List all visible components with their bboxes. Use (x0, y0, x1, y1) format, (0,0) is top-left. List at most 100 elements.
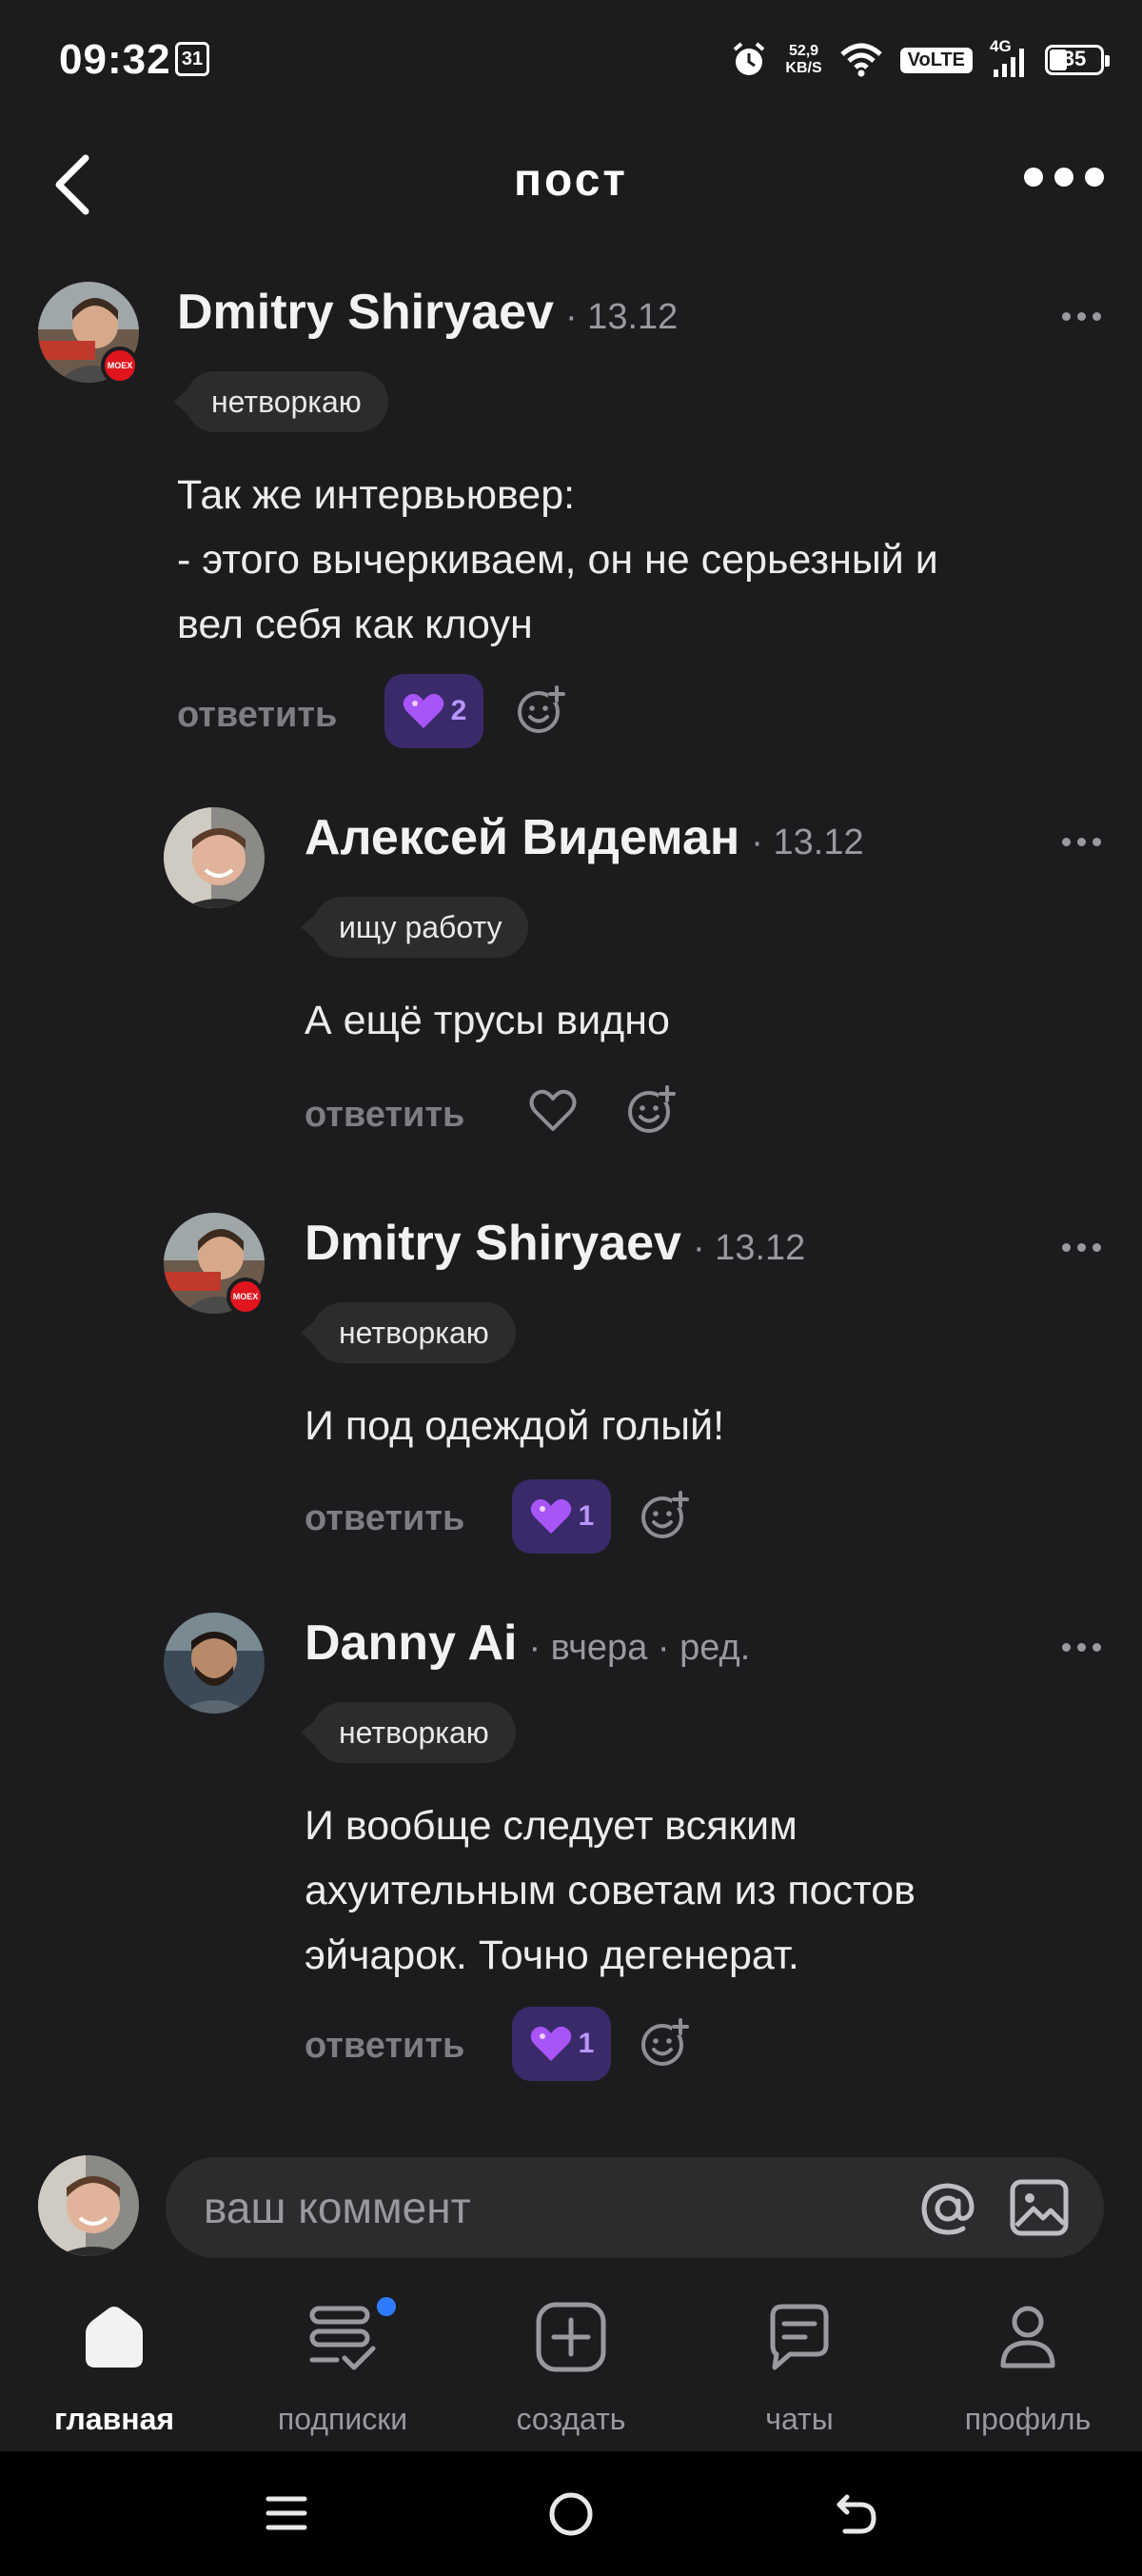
status-badge: нетворкаю (173, 371, 388, 432)
comment-more-button[interactable] (1062, 1243, 1101, 1252)
comment-placeholder: ваш коммент (204, 2183, 471, 2232)
nav-create-label: создать (516, 2402, 626, 2436)
comment-date: · вчера · ред. (528, 1628, 751, 1668)
comment-text-line: ахуительным советам из постов (305, 1868, 916, 1913)
comment-text-line: эйчарок. Точно дегенерат. (305, 1932, 799, 1978)
reaction-button[interactable]: 1 (512, 2007, 611, 2081)
bottom-navigation: главная подписки создать чаты профиль (0, 2280, 1142, 2451)
nav-chats-label: чаты (765, 2402, 834, 2436)
comment-more-button[interactable] (1062, 1643, 1101, 1652)
nav-subscriptions[interactable]: подписки (228, 2299, 457, 2436)
add-reaction-icon[interactable] (638, 1489, 691, 1542)
status-badge: нетворкаю (301, 1702, 516, 1763)
comment-text-line: А ещё трусы видно (305, 998, 670, 1043)
comment-text-line: И под одеждой голый! (305, 1403, 725, 1449)
author-name[interactable]: Danny Ai (305, 1615, 517, 1671)
more-options-button[interactable] (1024, 168, 1104, 187)
reaction-count: 1 (578, 2028, 595, 2059)
network-speed-value: 52,9 (788, 43, 819, 59)
author-name[interactable]: Dmitry Shiryaev (305, 1216, 681, 1271)
alarm-icon (734, 42, 765, 75)
heart-icon[interactable] (527, 1087, 579, 1135)
nav-chats[interactable]: чаты (685, 2299, 914, 2436)
moex-badge-icon: MOEX (226, 1278, 265, 1316)
top-bar: пост (0, 133, 1142, 238)
comment-more-button[interactable] (1062, 312, 1101, 321)
author-name[interactable]: Алексей Видеман (305, 810, 739, 865)
comment-author[interactable]: Алексей Видеман · 13.12 (305, 809, 864, 866)
purple-heart-icon (530, 1498, 571, 1534)
comment-text-line: И вообще следует всяким (305, 1803, 797, 1849)
comment-text: И под одеждой голый! (305, 1394, 1066, 1458)
nav-profile[interactable]: профиль (914, 2299, 1142, 2436)
comment-input[interactable]: ваш коммент (166, 2157, 1104, 2258)
status-badge: ищу работу (300, 897, 529, 958)
comment: Алексей Видеман · 13.12 ищу работу А ещё … (0, 802, 1142, 1163)
reaction-count: 1 (578, 1500, 595, 1532)
subscriptions-icon (309, 2306, 376, 2370)
home-circle-icon[interactable] (546, 2489, 596, 2539)
avatar[interactable] (164, 1613, 265, 1714)
moex-badge-icon: MOEX (101, 347, 139, 385)
mention-icon[interactable] (919, 2180, 976, 2237)
nav-profile-label: профиль (964, 2402, 1092, 2436)
add-reaction-icon[interactable] (514, 684, 567, 737)
comment: Danny Ai · вчера · ред. нетворкаю И вообщ… (0, 1607, 1142, 2102)
add-reaction-icon[interactable] (624, 1083, 678, 1137)
comment-text: Так же интервьювер: - этого вычеркиваем,… (177, 463, 1053, 657)
status-badge: нетворкаю (301, 1302, 516, 1363)
comment-date: · 13.12 (564, 297, 679, 337)
network-speed-unit: KB/S (785, 60, 822, 76)
comment-author[interactable]: Dmitry Shiryaev · 13.12 (177, 284, 678, 341)
avatar[interactable] (164, 807, 265, 908)
comment-date: · 13.12 (692, 1228, 806, 1268)
comment-text: А ещё трусы видно (305, 988, 1066, 1053)
reaction-button[interactable]: 2 (384, 674, 483, 748)
comment: MOEX Dmitry Shiryaev · 13.12 нетворкаю И … (0, 1207, 1142, 1569)
comment-text-line: - этого вычеркиваем, он не серьезный и (177, 537, 938, 583)
reply-button[interactable]: ответить (177, 695, 337, 736)
wifi-icon (839, 43, 882, 77)
back-arrow-icon[interactable] (832, 2489, 881, 2539)
chat-icon (770, 2304, 829, 2370)
purple-heart-icon (403, 693, 443, 728)
comment-text-line: вел себя как клоун (177, 602, 533, 647)
system-navigation-bar (0, 2451, 1142, 2576)
reply-button[interactable]: ответить (305, 2026, 464, 2067)
reaction-button[interactable]: 1 (512, 1479, 611, 1554)
nav-subscriptions-label: подписки (277, 2402, 408, 2436)
profile-icon (1000, 2306, 1055, 2368)
volte-badge: VoLTE (899, 47, 973, 73)
status-time: 09:32 (59, 36, 171, 83)
comment-text: И вообще следует всяким ахуительным сове… (305, 1793, 1066, 1988)
nav-home-label: главная (53, 2402, 175, 2436)
status-bar: 09:32 31 52,9 KB/S VoLTE 4G 35 (0, 0, 1142, 124)
purple-heart-icon (530, 2026, 571, 2061)
comment-date: · 13.12 (751, 822, 864, 862)
plus-square-icon (536, 2302, 606, 2372)
signal-icon: 4G (990, 37, 1028, 79)
menu-icon[interactable] (263, 2489, 310, 2537)
comment-text-line: Так же интервьювер: (177, 472, 576, 518)
battery-level: 35 (1062, 47, 1087, 70)
network-speed: 52,9 KB/S (785, 43, 821, 77)
image-attach-icon[interactable] (1009, 2178, 1070, 2237)
battery-icon: 35 (1045, 45, 1110, 75)
comment: MOEX Dmitry Shiryaev · 13.12 нетворкаю Та… (0, 276, 1142, 771)
reply-button[interactable]: ответить (305, 1095, 464, 1136)
nav-create[interactable]: создать (457, 2299, 685, 2436)
comment-author[interactable]: Danny Ai · вчера · ред. (305, 1615, 750, 1672)
comment-composer: ваш коммент (0, 2132, 1142, 2275)
notification-dot (377, 2297, 396, 2316)
add-reaction-icon[interactable] (638, 2016, 691, 2070)
my-avatar (38, 2155, 139, 2256)
home-icon (86, 2307, 143, 2368)
comment-author[interactable]: Dmitry Shiryaev · 13.12 (305, 1215, 805, 1272)
reaction-count: 2 (450, 695, 467, 726)
reply-button[interactable]: ответить (305, 1498, 464, 1539)
nav-home[interactable]: главная (0, 2299, 228, 2436)
page-title: пост (514, 155, 628, 206)
author-name[interactable]: Dmitry Shiryaev (177, 285, 554, 340)
comment-more-button[interactable] (1062, 838, 1101, 846)
calendar-icon: 31 (175, 42, 209, 76)
